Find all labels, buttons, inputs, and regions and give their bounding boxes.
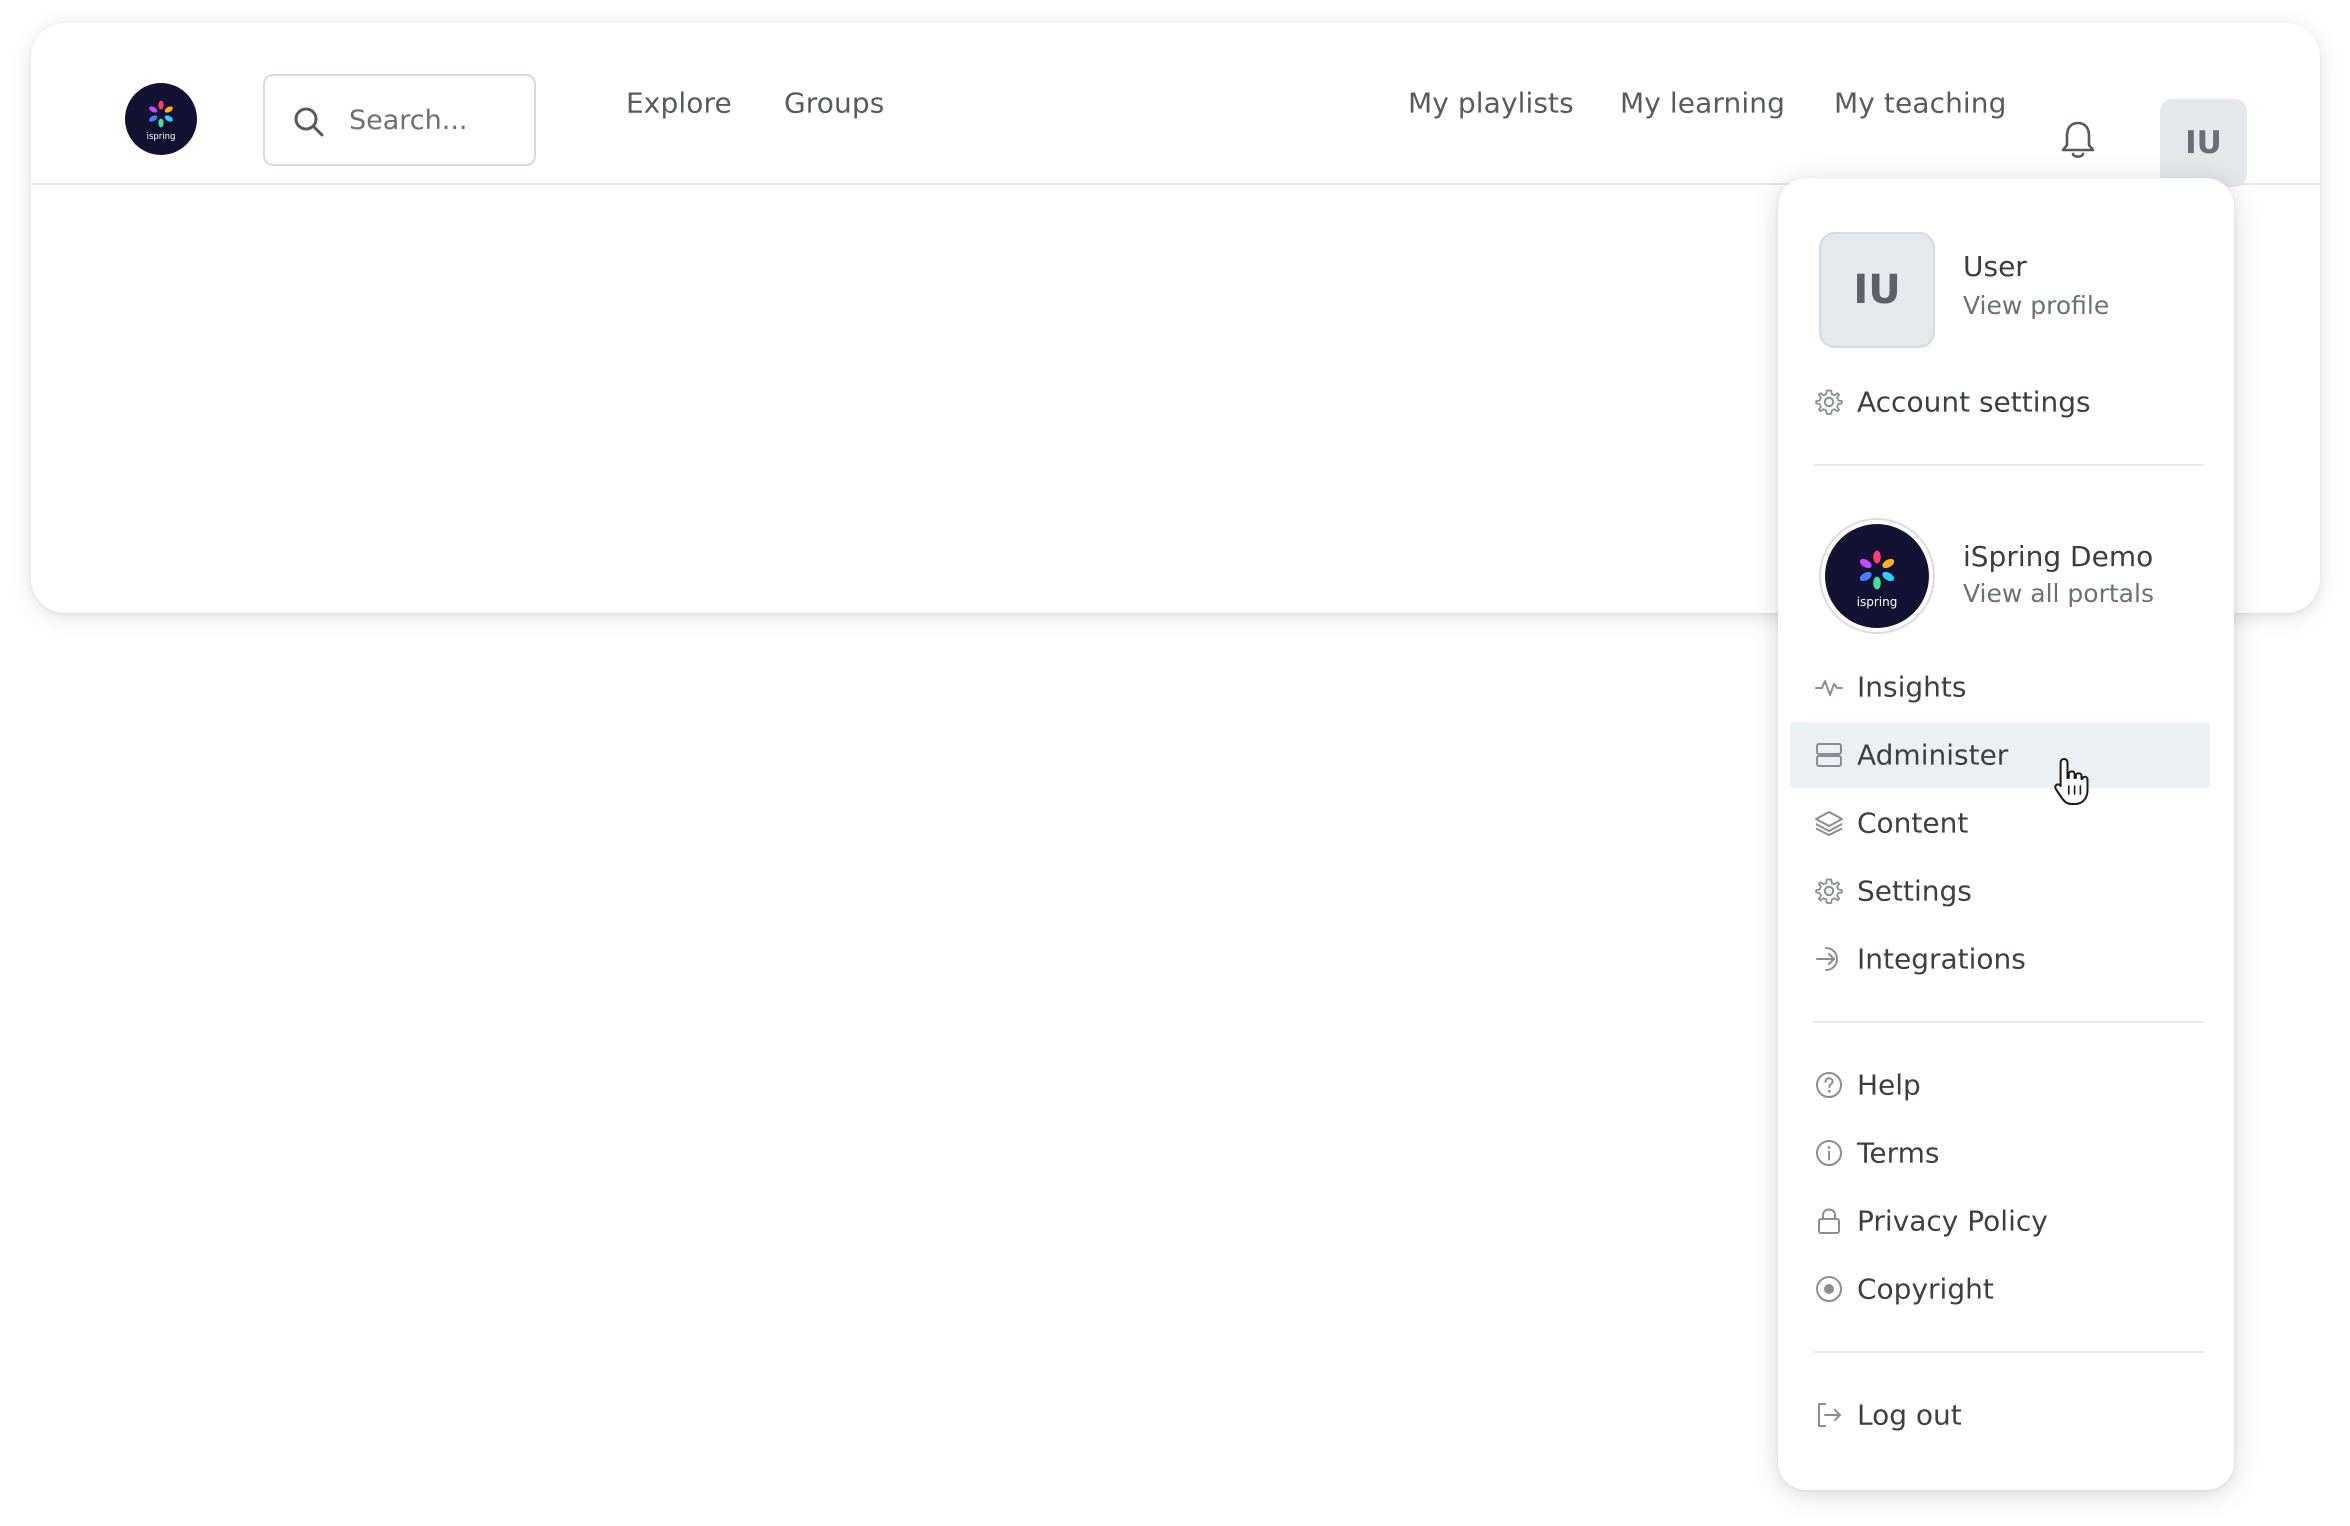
portal-logo[interactable]: ispring [1819, 518, 1935, 634]
menu-item-copyright[interactable]: Copyright [1790, 1256, 2210, 1322]
user-avatar-button[interactable]: IU [2160, 99, 2247, 187]
logo-wordmark: ispring [147, 132, 176, 142]
content-label: Content [1857, 806, 1969, 840]
privacy-policy-label: Privacy Policy [1857, 1204, 2048, 1238]
menu-item-settings[interactable]: Settings [1790, 858, 2210, 924]
menu-item-privacy-policy[interactable]: Privacy Policy [1790, 1188, 2210, 1254]
help-circle-icon [1816, 1072, 1842, 1098]
top-nav-bar: ispring Explore Groups My playlists My l… [31, 23, 2320, 187]
nav-my-learning[interactable]: My learning [1620, 87, 1785, 120]
ispring-portal-logo-icon: ispring [1857, 550, 1898, 609]
portal-logo-wordmark: ispring [1857, 595, 1898, 609]
menu-item-terms[interactable]: Terms [1790, 1120, 2210, 1186]
gear-icon [1815, 878, 1843, 904]
server-icon [1816, 743, 1842, 767]
search-box[interactable] [263, 74, 536, 166]
nav-groups[interactable]: Groups [784, 87, 884, 120]
insights-label: Insights [1857, 670, 1967, 704]
gear-icon [1815, 389, 1843, 415]
terms-label: Terms [1857, 1136, 1940, 1170]
view-all-portals-link[interactable]: View all portals [1963, 579, 2154, 608]
view-profile-link[interactable]: View profile [1963, 291, 2109, 320]
search-input[interactable] [349, 96, 524, 144]
search-icon [294, 107, 324, 137]
integrations-label: Integrations [1857, 942, 2026, 976]
nav-explore[interactable]: Explore [626, 87, 732, 120]
settings-label: Settings [1857, 874, 1972, 908]
ispring-logo-icon: ispring [147, 100, 176, 142]
menu-divider [1814, 1021, 2204, 1023]
help-label: Help [1857, 1068, 1921, 1102]
lock-icon [1818, 1208, 1840, 1234]
menu-item-account-settings[interactable]: Account settings [1790, 369, 2210, 435]
activity-icon [1815, 680, 1843, 696]
portal-name: iSpring Demo [1963, 540, 2154, 573]
copyright-label: Copyright [1857, 1272, 1994, 1306]
user-dropdown-menu: IU User View profile Account settings is… [1778, 178, 2234, 1490]
profile-avatar[interactable]: IU [1819, 232, 1935, 348]
menu-item-log-out[interactable]: Log out [1790, 1382, 2210, 1448]
menu-divider [1814, 464, 2204, 466]
copyright-icon [1816, 1276, 1842, 1302]
menu-divider [1814, 1351, 2204, 1353]
menu-item-administer[interactable]: Administer [1790, 722, 2210, 788]
menu-item-help[interactable]: Help [1790, 1052, 2210, 1118]
account-settings-label: Account settings [1857, 385, 2091, 419]
administer-label: Administer [1857, 738, 2009, 772]
menu-item-integrations[interactable]: Integrations [1790, 926, 2210, 992]
info-circle-icon [1816, 1140, 1842, 1166]
user-name: User [1963, 250, 2027, 283]
login-arrow-icon [1816, 947, 1838, 971]
nav-my-teaching[interactable]: My teaching [1834, 87, 2007, 120]
menu-item-content[interactable]: Content [1790, 790, 2210, 856]
logout-icon [1818, 1403, 1841, 1427]
nav-my-playlists[interactable]: My playlists [1408, 87, 1574, 120]
menu-item-insights[interactable]: Insights [1790, 654, 2210, 720]
ispring-logo[interactable]: ispring [125, 83, 197, 155]
layers-icon [1815, 811, 1843, 836]
log-out-label: Log out [1857, 1398, 1962, 1432]
bell-icon[interactable] [2058, 119, 2098, 161]
